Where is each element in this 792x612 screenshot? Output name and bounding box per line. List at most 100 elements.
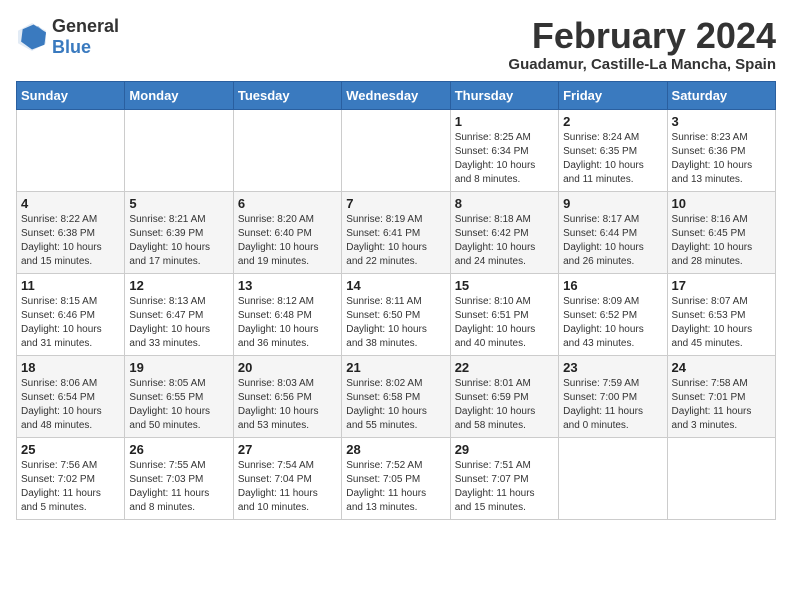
calendar-week-3: 11Sunrise: 8:15 AM Sunset: 6:46 PM Dayli… xyxy=(17,273,776,355)
day-number: 21 xyxy=(346,360,445,375)
day-number: 6 xyxy=(238,196,337,211)
calendar-cell: 22Sunrise: 8:01 AM Sunset: 6:59 PM Dayli… xyxy=(450,355,558,437)
calendar-cell: 4 Sunrise: 8:22 AM Sunset: 6:38 PM Daylig… xyxy=(17,191,125,273)
calendar-cell: 25 Sunrise: 7:56 AM Sunset: 7:02 PM Dayli… xyxy=(17,437,125,519)
day-number: 27 xyxy=(238,442,337,457)
day-number: 17 xyxy=(672,278,771,293)
calendar-cell: 18Sunrise: 8:06 AM Sunset: 6:54 PM Dayli… xyxy=(17,355,125,437)
calendar-cell: 29 Sunrise: 7:51 AM Sunset: 7:07 PM Dayli… xyxy=(450,437,558,519)
day-number: 29 xyxy=(455,442,554,457)
logo-general: General xyxy=(52,16,119,36)
calendar-cell: 9 Sunrise: 8:17 AM Sunset: 6:44 PM Daylig… xyxy=(559,191,667,273)
calendar-cell: 7 Sunrise: 8:19 AM Sunset: 6:41 PM Daylig… xyxy=(342,191,450,273)
calendar-cell: 5 Sunrise: 8:21 AM Sunset: 6:39 PM Daylig… xyxy=(125,191,233,273)
calendar-cell: 1 Sunrise: 8:25 AM Sunset: 6:34 PM Daylig… xyxy=(450,109,558,191)
day-info: Sunrise: 8:23 AM Sunset: 6:36 PM Dayligh… xyxy=(672,131,771,187)
header-cell-thursday: Thursday xyxy=(450,81,558,109)
day-info: Sunrise: 8:15 AM Sunset: 6:46 PM Dayligh… xyxy=(21,295,120,351)
day-number: 26 xyxy=(129,442,228,457)
day-info: Sunrise: 8:21 AM Sunset: 6:39 PM Dayligh… xyxy=(129,213,228,269)
calendar-week-4: 18Sunrise: 8:06 AM Sunset: 6:54 PM Dayli… xyxy=(17,355,776,437)
day-number: 10 xyxy=(672,196,771,211)
logo: General Blue xyxy=(16,16,119,58)
day-number: 13 xyxy=(238,278,337,293)
day-number: 25 xyxy=(21,442,120,457)
day-info: Sunrise: 7:51 AM Sunset: 7:07 PM Dayligh… xyxy=(455,459,554,515)
header-cell-sunday: Sunday xyxy=(17,81,125,109)
calendar-cell: 17 Sunrise: 8:07 AM Sunset: 6:53 PM Dayli… xyxy=(667,273,775,355)
day-number: 4 xyxy=(21,196,120,211)
day-number: 1 xyxy=(455,114,554,129)
day-number: 15 xyxy=(455,278,554,293)
day-info: Sunrise: 7:59 AM Sunset: 7:00 PM Dayligh… xyxy=(563,377,662,433)
calendar-cell: 6 Sunrise: 8:20 AM Sunset: 6:40 PM Daylig… xyxy=(233,191,341,273)
day-info: Sunrise: 8:22 AM Sunset: 6:38 PM Dayligh… xyxy=(21,213,120,269)
day-info: Sunrise: 8:19 AM Sunset: 6:41 PM Dayligh… xyxy=(346,213,445,269)
logo-text: General Blue xyxy=(52,16,119,58)
calendar-cell: 14 Sunrise: 8:11 AM Sunset: 6:50 PM Dayli… xyxy=(342,273,450,355)
calendar-cell: 8 Sunrise: 8:18 AM Sunset: 6:42 PM Daylig… xyxy=(450,191,558,273)
day-number: 28 xyxy=(346,442,445,457)
day-number: 12 xyxy=(129,278,228,293)
calendar-cell: 27 Sunrise: 7:54 AM Sunset: 7:04 PM Dayli… xyxy=(233,437,341,519)
header-cell-wednesday: Wednesday xyxy=(342,81,450,109)
day-info: Sunrise: 8:09 AM Sunset: 6:52 PM Dayligh… xyxy=(563,295,662,351)
calendar-table: SundayMondayTuesdayWednesdayThursdayFrid… xyxy=(16,81,776,520)
calendar-header: SundayMondayTuesdayWednesdayThursdayFrid… xyxy=(17,81,776,109)
day-number: 2 xyxy=(563,114,662,129)
day-info: Sunrise: 8:11 AM Sunset: 6:50 PM Dayligh… xyxy=(346,295,445,351)
calendar-cell xyxy=(559,437,667,519)
calendar-cell: 28 Sunrise: 7:52 AM Sunset: 7:05 PM Dayli… xyxy=(342,437,450,519)
header-row: SundayMondayTuesdayWednesdayThursdayFrid… xyxy=(17,81,776,109)
day-number: 20 xyxy=(238,360,337,375)
calendar-week-5: 25 Sunrise: 7:56 AM Sunset: 7:02 PM Dayli… xyxy=(17,437,776,519)
day-info: Sunrise: 8:07 AM Sunset: 6:53 PM Dayligh… xyxy=(672,295,771,351)
calendar-cell xyxy=(342,109,450,191)
header-cell-friday: Friday xyxy=(559,81,667,109)
day-info: Sunrise: 8:12 AM Sunset: 6:48 PM Dayligh… xyxy=(238,295,337,351)
calendar-cell: 26 Sunrise: 7:55 AM Sunset: 7:03 PM Dayli… xyxy=(125,437,233,519)
calendar-cell xyxy=(17,109,125,191)
day-info: Sunrise: 8:05 AM Sunset: 6:55 PM Dayligh… xyxy=(129,377,228,433)
calendar-cell xyxy=(125,109,233,191)
day-info: Sunrise: 8:18 AM Sunset: 6:42 PM Dayligh… xyxy=(455,213,554,269)
title-block: February 2024 Guadamur, Castille-La Manc… xyxy=(508,16,776,73)
day-number: 14 xyxy=(346,278,445,293)
calendar-cell xyxy=(667,437,775,519)
header-cell-monday: Monday xyxy=(125,81,233,109)
day-info: Sunrise: 8:25 AM Sunset: 6:34 PM Dayligh… xyxy=(455,131,554,187)
calendar-cell: 2 Sunrise: 8:24 AM Sunset: 6:35 PM Daylig… xyxy=(559,109,667,191)
day-number: 5 xyxy=(129,196,228,211)
calendar-week-1: 1 Sunrise: 8:25 AM Sunset: 6:34 PM Daylig… xyxy=(17,109,776,191)
calendar-body: 1 Sunrise: 8:25 AM Sunset: 6:34 PM Daylig… xyxy=(17,109,776,519)
calendar-cell: 12Sunrise: 8:13 AM Sunset: 6:47 PM Dayli… xyxy=(125,273,233,355)
calendar-cell xyxy=(233,109,341,191)
day-number: 23 xyxy=(563,360,662,375)
day-info: Sunrise: 7:52 AM Sunset: 7:05 PM Dayligh… xyxy=(346,459,445,515)
logo-icon xyxy=(16,23,48,51)
header-cell-saturday: Saturday xyxy=(667,81,775,109)
day-info: Sunrise: 8:24 AM Sunset: 6:35 PM Dayligh… xyxy=(563,131,662,187)
day-info: Sunrise: 8:20 AM Sunset: 6:40 PM Dayligh… xyxy=(238,213,337,269)
day-number: 19 xyxy=(129,360,228,375)
day-number: 24 xyxy=(672,360,771,375)
day-info: Sunrise: 7:56 AM Sunset: 7:02 PM Dayligh… xyxy=(21,459,120,515)
calendar-cell: 21 Sunrise: 8:02 AM Sunset: 6:58 PM Dayli… xyxy=(342,355,450,437)
calendar-cell: 11Sunrise: 8:15 AM Sunset: 6:46 PM Dayli… xyxy=(17,273,125,355)
day-number: 7 xyxy=(346,196,445,211)
logo-blue: Blue xyxy=(52,37,91,57)
day-info: Sunrise: 7:54 AM Sunset: 7:04 PM Dayligh… xyxy=(238,459,337,515)
page-title: February 2024 xyxy=(508,16,776,56)
day-number: 3 xyxy=(672,114,771,129)
day-info: Sunrise: 7:55 AM Sunset: 7:03 PM Dayligh… xyxy=(129,459,228,515)
day-info: Sunrise: 8:02 AM Sunset: 6:58 PM Dayligh… xyxy=(346,377,445,433)
calendar-cell: 10 Sunrise: 8:16 AM Sunset: 6:45 PM Dayli… xyxy=(667,191,775,273)
day-number: 22 xyxy=(455,360,554,375)
day-info: Sunrise: 8:16 AM Sunset: 6:45 PM Dayligh… xyxy=(672,213,771,269)
day-number: 9 xyxy=(563,196,662,211)
day-info: Sunrise: 8:03 AM Sunset: 6:56 PM Dayligh… xyxy=(238,377,337,433)
day-info: Sunrise: 8:10 AM Sunset: 6:51 PM Dayligh… xyxy=(455,295,554,351)
day-info: Sunrise: 8:17 AM Sunset: 6:44 PM Dayligh… xyxy=(563,213,662,269)
day-number: 8 xyxy=(455,196,554,211)
day-info: Sunrise: 8:06 AM Sunset: 6:54 PM Dayligh… xyxy=(21,377,120,433)
